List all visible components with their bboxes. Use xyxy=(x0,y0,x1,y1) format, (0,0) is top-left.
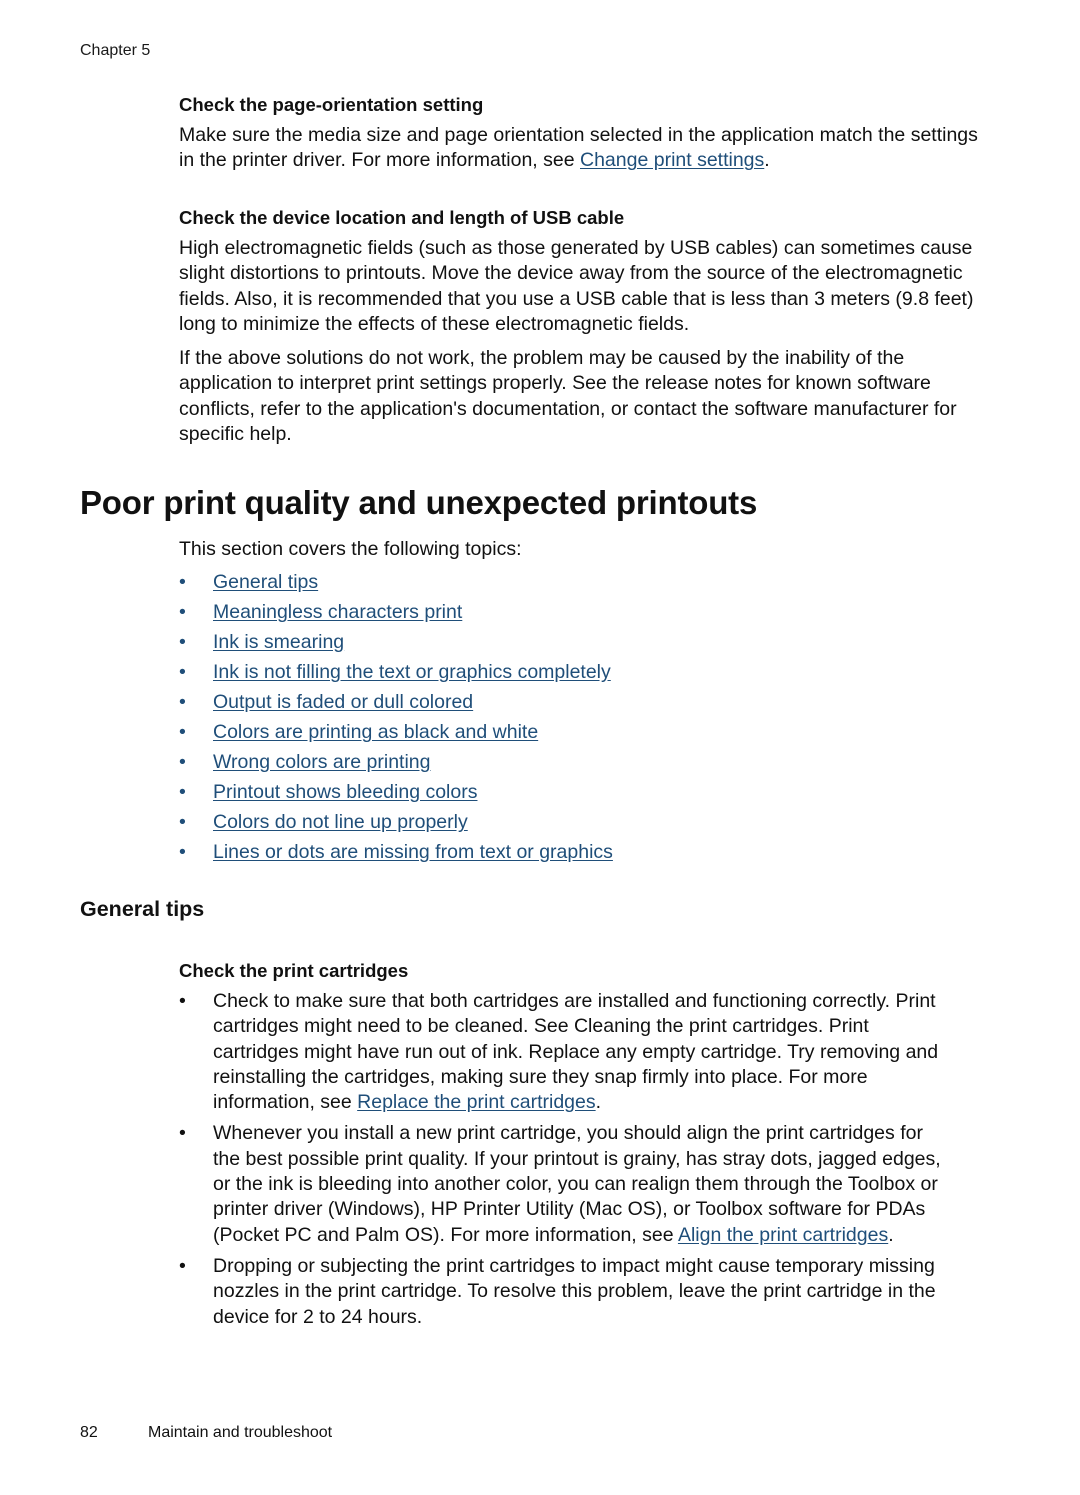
topic-link-colors-line-up[interactable]: Colors do not line up properly xyxy=(213,811,468,833)
topic-link-black-and-white[interactable]: Colors are printing as black and white xyxy=(213,721,538,743)
tip-item: • Check to make sure that both cartridges… xyxy=(141,989,941,1115)
tip-text-end: . xyxy=(595,1091,602,1114)
bullet-icon: • xyxy=(179,601,186,624)
usb-section: Check the device location and length of … xyxy=(179,206,979,447)
solutions-paragraph: If the above solutions do not work, the … xyxy=(179,347,957,446)
usb-heading: Check the device location and length of … xyxy=(179,207,625,228)
bullet-icon: • xyxy=(179,781,186,804)
tip-text: Dropping or subjecting the print cartrid… xyxy=(213,1254,936,1328)
topics-list: • General tips • Meaningless characters pr… xyxy=(179,570,979,870)
topic-item: • Meaningless characters print xyxy=(179,600,979,630)
topic-link-output-faded[interactable]: Output is faded or dull colored xyxy=(213,691,473,713)
bullet-icon: • xyxy=(179,631,186,654)
bullet-icon: • xyxy=(179,1122,186,1145)
bullet-icon: • xyxy=(179,691,186,714)
topic-item: • Ink is not filling the text or graphics… xyxy=(179,660,979,690)
orientation-paragraph: Make sure the media size and page orient… xyxy=(179,123,979,174)
topics-section: This section covers the following topics… xyxy=(179,537,979,870)
usb-paragraph: High electromagnetic fields (such as tho… xyxy=(179,237,974,335)
topic-item: • Printout shows bleeding colors xyxy=(179,780,979,810)
orientation-text-end: . xyxy=(764,149,770,172)
bullet-icon: • xyxy=(179,571,186,594)
bullet-icon: • xyxy=(179,751,186,774)
align-cartridges-link[interactable]: Align the print cartridges xyxy=(678,1224,888,1246)
topics-intro: This section covers the following topics… xyxy=(179,538,522,560)
running-header-chapter: Chapter 5 xyxy=(80,42,151,59)
bullet-icon: • xyxy=(179,811,186,834)
topic-link-general-tips[interactable]: General tips xyxy=(213,571,318,593)
bullet-icon: • xyxy=(179,661,186,684)
tip-text-end: . xyxy=(888,1223,894,1246)
topic-item: • Wrong colors are printing xyxy=(179,750,979,780)
bullet-icon: • xyxy=(179,1254,186,1277)
topic-link-lines-dots-missing[interactable]: Lines or dots are missing from text or g… xyxy=(213,841,613,863)
topic-item: • Ink is smearing xyxy=(179,630,979,660)
footer-section-title: Maintain and troubleshoot xyxy=(148,1424,333,1441)
bullet-icon: • xyxy=(179,721,186,744)
topic-link-ink-not-filling[interactable]: Ink is not filling the text or graphics … xyxy=(213,661,611,683)
tip-item: • Dropping or subjecting the print cartri… xyxy=(141,1254,941,1330)
orientation-heading: Check the page-orientation setting xyxy=(179,94,484,115)
topic-item: • General tips xyxy=(179,570,979,600)
bullet-icon: • xyxy=(179,990,186,1012)
topic-link-ink-smearing[interactable]: Ink is smearing xyxy=(213,631,344,653)
tip-item: • Whenever you install a new print cartri… xyxy=(141,1121,941,1247)
replace-cartridges-link[interactable]: Replace the print cartridges xyxy=(357,1091,595,1113)
tips-list: • Check to make sure that both cartridges… xyxy=(141,989,941,1330)
topic-item: • Colors do not line up properly xyxy=(179,810,979,840)
change-print-settings-link[interactable]: Change print settings xyxy=(580,149,764,171)
topic-item: • Colors are printing as black and white xyxy=(179,720,979,750)
cartridges-section: Check the print cartridges • Check to mak… xyxy=(179,959,979,1336)
topic-link-wrong-colors[interactable]: Wrong colors are printing xyxy=(213,751,431,773)
general-tips-heading: General tips xyxy=(80,897,205,921)
page-number: 82 xyxy=(80,1424,98,1441)
document-page: Chapter 5 Check the page-orientation set… xyxy=(0,0,1080,1495)
topic-item: • Output is faded or dull colored xyxy=(179,690,979,720)
cartridges-subheading: Check the print cartridges xyxy=(179,960,409,981)
topic-link-meaningless-characters[interactable]: Meaningless characters print xyxy=(213,601,462,623)
orientation-section: Check the page-orientation setting Make … xyxy=(179,93,979,174)
orientation-text: Make sure the media size and page orient… xyxy=(179,124,978,172)
bullet-icon: • xyxy=(179,841,186,864)
topic-link-bleeding-colors[interactable]: Printout shows bleeding colors xyxy=(213,781,477,803)
main-section-title: Poor print quality and unexpected printo… xyxy=(80,484,758,521)
topic-item: • Lines or dots are missing from text or … xyxy=(179,840,979,870)
